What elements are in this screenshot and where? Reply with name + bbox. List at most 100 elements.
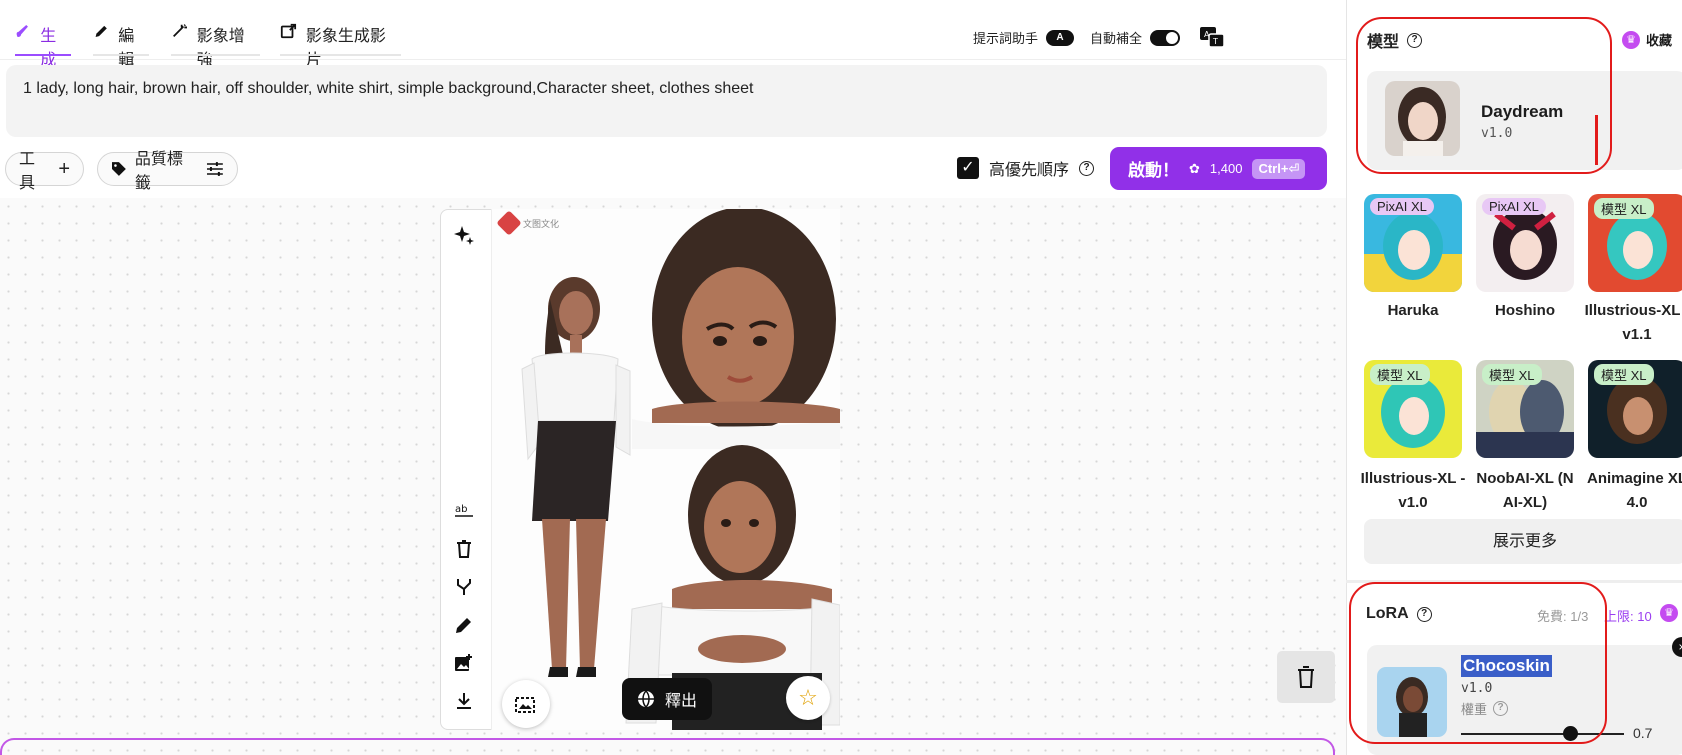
quality-tags-button[interactable]: 品質標籤 bbox=[97, 151, 238, 192]
help-icon[interactable]: ? bbox=[1416, 606, 1432, 622]
slider-handle[interactable] bbox=[1563, 726, 1578, 741]
selected-model-thumbnail bbox=[1385, 81, 1460, 156]
help-icon[interactable]: ? bbox=[1079, 160, 1095, 176]
add-image-icon[interactable] bbox=[453, 652, 475, 674]
download-icon[interactable] bbox=[453, 690, 475, 712]
lora-section-title: LoRA ? bbox=[1366, 605, 1432, 623]
model-thumb-hoshino[interactable]: PixAI XL bbox=[1476, 194, 1574, 292]
star-icon: ☆ bbox=[798, 685, 818, 710]
section-divider bbox=[1346, 580, 1682, 583]
model-title: 模型 bbox=[1367, 34, 1400, 51]
lora-weight-value: 0.7 bbox=[1633, 725, 1653, 741]
text-replace-icon[interactable]: ab bbox=[453, 500, 475, 522]
sparkle-icon[interactable] bbox=[453, 224, 475, 246]
credits-icon: ✿ bbox=[1189, 160, 1200, 176]
help-icon[interactable]: ? bbox=[1407, 32, 1423, 48]
svg-text:T: T bbox=[1212, 37, 1218, 46]
branch-icon[interactable] bbox=[453, 576, 475, 598]
tab-enhance[interactable]: 影象增強 bbox=[171, 22, 260, 69]
model-name[interactable]: NoobAI-XL (N AI-XL) bbox=[1469, 467, 1581, 515]
tab-generate[interactable]: 生成 bbox=[15, 22, 71, 69]
model-thumb-haruka[interactable]: PixAI XL bbox=[1364, 194, 1462, 292]
character-sheet-illustration bbox=[521, 209, 840, 730]
tag-icon bbox=[111, 162, 126, 176]
brush-icon bbox=[16, 24, 28, 38]
prompt-assistant-toggle[interactable]: 提示詞助手 A bbox=[973, 28, 1075, 47]
selected-model-name: Daydream bbox=[1481, 102, 1564, 121]
watermark-text: 文图文化 bbox=[523, 218, 560, 229]
favorites-link[interactable]: ♛ 收藏 bbox=[1622, 30, 1672, 49]
lora-limit: 上限: 10 bbox=[1604, 609, 1652, 624]
sliders-icon bbox=[207, 162, 224, 176]
tab-label: 影象生成影片 bbox=[305, 28, 386, 69]
tab-image-to-video[interactable]: 影象生成影片 bbox=[280, 22, 401, 69]
lora-free-count: 免費: 1/3 bbox=[1537, 609, 1589, 624]
model-name[interactable]: Haruka bbox=[1357, 299, 1469, 323]
translate-icon[interactable]: AT bbox=[1199, 26, 1225, 48]
lora-version: v1.0 bbox=[1461, 681, 1493, 696]
model-thumb-illustrious-v11[interactable]: 模型 XL bbox=[1588, 194, 1682, 292]
release-button[interactable]: 釋出 bbox=[622, 678, 712, 720]
toggle-switch[interactable] bbox=[1150, 29, 1181, 46]
watermark: 文图文化 bbox=[496, 210, 560, 236]
lora-weight-slider[interactable] bbox=[1461, 733, 1624, 735]
favorite-star-button[interactable]: ☆ bbox=[786, 676, 830, 720]
model-badge: 模型 XL bbox=[1594, 198, 1654, 219]
release-label: 釋出 bbox=[665, 693, 698, 710]
mode-tabs: 生成 編輯 影象增強 影象生成影片 提示詞助手 A 自動補全 AT bbox=[0, 0, 1346, 69]
model-badge: 模型 XL bbox=[1482, 364, 1542, 385]
model-thumb-animagine[interactable]: 模型 XL bbox=[1588, 360, 1682, 458]
tab-label: 編輯 bbox=[118, 28, 135, 69]
trash-icon bbox=[1298, 666, 1314, 688]
model-badge: PixAI XL bbox=[1370, 198, 1434, 215]
app-root: 生成 編輯 影象增強 影象生成影片 提示詞助手 A 自動補全 AT 1 lady… bbox=[0, 0, 1682, 755]
pencil-icon bbox=[95, 25, 107, 38]
auto-complete-toggle[interactable]: 自動補全 bbox=[1090, 28, 1181, 47]
model-thumb-illustrious-v10[interactable]: 模型 XL bbox=[1364, 360, 1462, 458]
model-name[interactable]: Animagine XL 4.0 bbox=[1581, 467, 1682, 515]
model-badge: 模型 XL bbox=[1370, 364, 1430, 385]
generated-image[interactable] bbox=[492, 209, 840, 730]
selected-model-version: v1.0 bbox=[1481, 126, 1513, 141]
watermark-logo bbox=[496, 210, 522, 236]
model-name[interactable]: Illustrious-XL -v1.1 bbox=[1581, 299, 1682, 347]
favorites-label: 收藏 bbox=[1646, 33, 1673, 48]
bottom-panel-edge bbox=[0, 738, 1335, 755]
crop-button[interactable] bbox=[502, 680, 550, 728]
lora-thumbnail bbox=[1377, 667, 1447, 737]
priority-option[interactable]: ✓ 高優先順序 ? bbox=[957, 156, 1095, 180]
pencil-icon[interactable] bbox=[453, 614, 475, 636]
start-cost: 1,400 bbox=[1209, 161, 1243, 176]
model-name[interactable]: Hoshino bbox=[1469, 299, 1581, 323]
tab-underline bbox=[15, 54, 71, 56]
tools-label: 工具 bbox=[19, 151, 36, 192]
auto-complete-label: 自動補全 bbox=[1090, 31, 1143, 46]
lora-title: LoRA bbox=[1366, 605, 1409, 622]
tab-edit[interactable]: 編輯 bbox=[93, 22, 149, 69]
prompt-textarea[interactable]: 1 lady, long hair, brown hair, off shoul… bbox=[6, 65, 1327, 137]
lora-name[interactable]: Chocoskin bbox=[1461, 655, 1552, 677]
globe-icon bbox=[638, 690, 654, 708]
start-shortcut: Ctrl+⏎ bbox=[1252, 158, 1306, 179]
tab-underline bbox=[93, 54, 149, 56]
model-section-title: 模型 ? bbox=[1367, 28, 1423, 52]
show-more-button[interactable]: 展示更多 bbox=[1364, 519, 1682, 564]
plus-icon: + bbox=[58, 157, 70, 180]
priority-checkbox[interactable]: ✓ bbox=[957, 157, 979, 179]
tools-button[interactable]: 工具 + bbox=[5, 151, 84, 192]
tab-label: 生成 bbox=[40, 28, 57, 69]
start-generate-button[interactable]: 啟動！ ✿ 1,400 Ctrl+⏎ bbox=[1110, 147, 1327, 190]
model-name[interactable]: Illustrious-XL -v1.0 bbox=[1357, 467, 1469, 515]
trash-icon[interactable] bbox=[453, 538, 475, 560]
crown-icon: ♛ bbox=[1660, 604, 1678, 622]
lora-weight-label-row: 權重 ? bbox=[1461, 699, 1509, 718]
video-export-icon bbox=[280, 23, 297, 39]
model-thumb-noobai[interactable]: 模型 XL bbox=[1476, 360, 1574, 458]
crop-image-icon bbox=[515, 697, 535, 713]
magic-wand-icon bbox=[173, 24, 188, 37]
svg-text:A: A bbox=[1204, 30, 1210, 39]
delete-button[interactable] bbox=[1277, 651, 1335, 703]
help-icon[interactable]: ? bbox=[1493, 701, 1509, 716]
model-badge: PixAI XL bbox=[1482, 198, 1546, 215]
priority-label: 高優先順序 bbox=[989, 162, 1070, 179]
